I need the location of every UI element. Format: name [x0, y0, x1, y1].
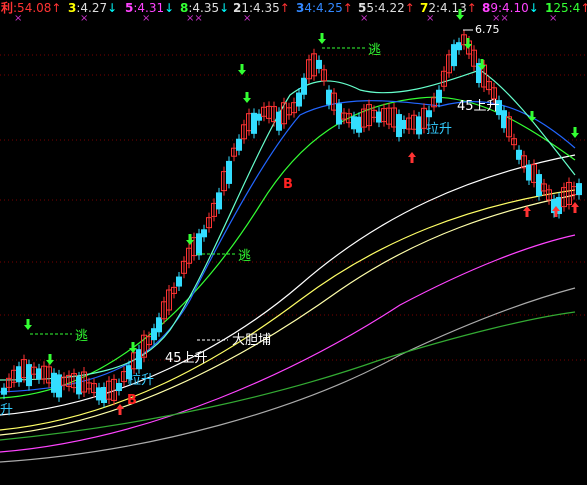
candle-body-50 [251, 112, 257, 134]
price-peak-label: 6.75 [475, 23, 500, 36]
candle-body-43 [216, 192, 222, 210]
candle-body-59 [296, 92, 302, 107]
ma-line-2 [0, 96, 576, 399]
candle-body-91 [456, 42, 462, 51]
candle-body-105 [526, 164, 532, 181]
green-down-arrow-0 [24, 319, 32, 330]
annotation-label-3: 大胆埔 [232, 333, 271, 348]
candle-body-65 [326, 89, 332, 105]
candle-body-15 [76, 376, 82, 395]
annotation-label-7: 拉升 [426, 122, 452, 137]
green-down-arrow-5 [243, 92, 251, 103]
candlesticks [1, 29, 582, 408]
annotation-label-4: 45上升 [165, 351, 208, 366]
ma-line-3 [0, 100, 576, 393]
candle-body-85 [426, 110, 432, 118]
red-up-arrow-4 [571, 202, 579, 213]
candle-body-60 [301, 77, 307, 95]
candle-body-11 [56, 374, 62, 398]
candle-body-47 [236, 138, 242, 151]
candle-body-10 [51, 372, 57, 393]
red-up-arrow-1 [408, 152, 416, 163]
candle-body-90 [451, 44, 457, 67]
green-down-arrow-8 [464, 38, 472, 49]
candle-body-79 [396, 114, 402, 138]
candle-body-51 [256, 113, 262, 121]
candle-body-27 [136, 349, 142, 370]
candle-body-0 [1, 387, 7, 395]
green-down-arrow-6 [318, 33, 326, 44]
annotation-label-2: 逃 [238, 249, 251, 264]
candle-body-63 [316, 59, 322, 69]
green-down-arrow-3 [186, 234, 194, 245]
candle-body-39 [196, 233, 202, 256]
annotation-label-8: 升 [0, 403, 13, 418]
candle-body-7 [36, 368, 42, 380]
green-down-arrow-4 [238, 64, 246, 75]
candle-body-67 [336, 103, 342, 125]
candle-body-35 [176, 276, 182, 287]
candle-body-70 [351, 116, 357, 130]
candle-body-5 [26, 364, 32, 387]
candle-body-71 [356, 116, 362, 133]
candle-body-30 [151, 328, 157, 341]
stock-chart: 逃逃逃大胆埔45上升45上升拉升拉升升BB6.75 [0, 9, 587, 463]
candle-body-45 [226, 160, 232, 184]
candle-body-115 [576, 183, 582, 196]
green-down-arrow-2 [129, 342, 137, 353]
candle-body-40 [201, 229, 207, 238]
annotation-label-9: B [127, 393, 137, 408]
candle-body-80 [401, 120, 407, 129]
red-up-arrow-2 [523, 206, 531, 217]
candle-body-20 [101, 387, 107, 403]
signal-marks [24, 9, 579, 415]
annotation-label-1: 逃 [368, 43, 381, 58]
candle-body-55 [276, 111, 282, 131]
candle-body-3 [16, 366, 22, 383]
ma-line-0 [0, 189, 576, 431]
green-down-arrow-7 [456, 9, 464, 20]
candle-body-87 [436, 89, 442, 103]
annotation-label-10: B [283, 177, 293, 192]
candle-body-23 [116, 383, 122, 391]
candle-body-100 [501, 110, 507, 129]
candle-body-31 [156, 317, 162, 333]
candle-body-83 [416, 116, 422, 135]
green-down-arrow-11 [571, 127, 579, 138]
annotation-label-0: 逃 [75, 329, 88, 344]
candle-body-103 [516, 149, 522, 160]
candle-body-75 [376, 111, 382, 123]
candle-body-19 [96, 387, 102, 401]
annotation-label-6: 拉升 [128, 373, 154, 388]
moving-average-lines [0, 69, 576, 463]
candle-body-107 [536, 174, 542, 197]
annotation-label-5: 45上升 [457, 99, 500, 114]
